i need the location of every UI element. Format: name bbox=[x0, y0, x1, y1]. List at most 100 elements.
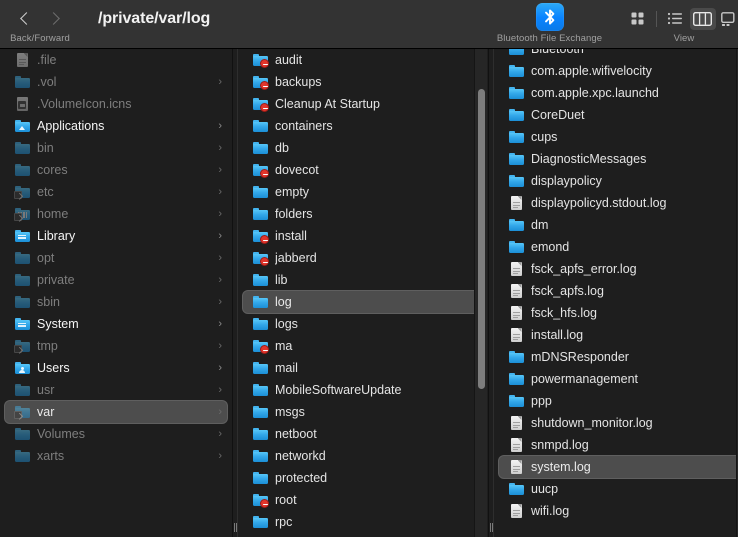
column-root[interactable]: .file .vol › .VolumeIcon.icns Applications › b… bbox=[0, 49, 232, 537]
list-item[interactable]: fsck_hfs.log bbox=[499, 302, 738, 324]
list-item[interactable]: Library › bbox=[5, 225, 227, 247]
list-item[interactable]: mDNSResponder› bbox=[499, 346, 738, 368]
list-item-label: Library bbox=[37, 228, 76, 243]
list-item[interactable]: cores › bbox=[5, 159, 227, 181]
list-item-label: bin bbox=[37, 140, 54, 155]
list-item[interactable]: jabberd bbox=[243, 247, 483, 269]
list-item[interactable]: Volumes › bbox=[5, 423, 227, 445]
list-item[interactable]: fsck_apfs.log bbox=[499, 280, 738, 302]
list-item[interactable]: root bbox=[243, 489, 483, 511]
folder-icon bbox=[252, 514, 268, 530]
list-item[interactable]: .vol › bbox=[5, 71, 227, 93]
list-item[interactable]: logs› bbox=[243, 313, 483, 335]
list-item[interactable]: db› bbox=[243, 137, 483, 159]
list-item[interactable]: bin › bbox=[5, 137, 227, 159]
list-item[interactable]: wifi.log bbox=[499, 500, 738, 522]
list-item[interactable]: audit bbox=[243, 49, 483, 71]
list-item[interactable]: etc › bbox=[5, 181, 227, 203]
list-item[interactable]: Cleanup At Startup bbox=[243, 93, 483, 115]
list-item-label: emond bbox=[531, 239, 570, 254]
list-item[interactable]: empty› bbox=[243, 181, 483, 203]
list-item[interactable]: ppp› bbox=[499, 390, 738, 412]
document-icon bbox=[508, 503, 524, 519]
list-item[interactable]: dm› bbox=[499, 214, 738, 236]
bluetooth-icon[interactable] bbox=[535, 3, 564, 31]
list-item[interactable]: MobileSoftwareUpdate› bbox=[243, 379, 483, 401]
list-item[interactable]: rpc› bbox=[243, 511, 483, 533]
list-view-button[interactable] bbox=[662, 8, 688, 30]
list-item[interactable]: home › bbox=[5, 203, 227, 225]
list-item[interactable]: fsck_apfs_error.log bbox=[499, 258, 738, 280]
list-view-icon bbox=[667, 12, 682, 25]
list-item-label: displaypolicyd.stdout.log bbox=[531, 195, 667, 210]
list-item-label: dm bbox=[531, 217, 549, 232]
icon-view-button[interactable] bbox=[625, 8, 651, 30]
list-item[interactable]: backups bbox=[243, 71, 483, 93]
document-icon bbox=[508, 283, 524, 299]
list-item[interactable]: System › bbox=[5, 313, 227, 335]
list-item-label: dovecot bbox=[275, 162, 319, 177]
list-item[interactable]: shutdown_monitor.log bbox=[499, 412, 738, 434]
folder-icon bbox=[508, 371, 524, 387]
column-log[interactable]: Bluetooth›com.apple.wifivelocity›com.app… bbox=[494, 49, 738, 537]
gallery-view-button[interactable] bbox=[718, 8, 738, 30]
list-item-label: fsck_apfs_error.log bbox=[531, 261, 637, 276]
back-button[interactable] bbox=[10, 5, 40, 31]
list-item-selected[interactable]: system.log bbox=[499, 456, 738, 478]
list-item[interactable]: CoreDuet› bbox=[499, 104, 738, 126]
folder-icon bbox=[508, 173, 524, 189]
folder-locked-icon bbox=[252, 96, 269, 112]
list-item[interactable]: containers› bbox=[243, 115, 483, 137]
list-item[interactable]: uucp› bbox=[499, 478, 738, 500]
list-item[interactable]: Bluetooth› bbox=[499, 49, 738, 60]
list-item[interactable]: dovecot bbox=[243, 159, 483, 181]
list-item[interactable]: mail› bbox=[243, 357, 483, 379]
column-var[interactable]: audit backups Cleanup At Startup containers… bbox=[238, 49, 488, 537]
list-item[interactable]: cups› bbox=[499, 126, 738, 148]
list-item[interactable]: networkd› bbox=[243, 445, 483, 467]
list-item-label: tmp bbox=[37, 338, 58, 353]
list-item[interactable]: .VolumeIcon.icns bbox=[5, 93, 227, 115]
list-item[interactable]: private › bbox=[5, 269, 227, 291]
list-item[interactable]: tmp › bbox=[5, 335, 227, 357]
list-item-label: Applications bbox=[37, 118, 105, 133]
folder-icon bbox=[14, 426, 30, 442]
bluetooth-file-exchange-control: Bluetooth File Exchange bbox=[462, 0, 637, 49]
list-item[interactable]: snmpd.log bbox=[499, 434, 738, 456]
list-item-label: xarts bbox=[37, 448, 65, 463]
list-item[interactable]: ma bbox=[243, 335, 483, 357]
list-item[interactable]: lib› bbox=[243, 269, 483, 291]
list-item[interactable]: opt › bbox=[5, 247, 227, 269]
list-item[interactable]: sbin › bbox=[5, 291, 227, 313]
folder-locked-icon bbox=[252, 52, 269, 68]
list-item[interactable]: DiagnosticMessages› bbox=[499, 148, 738, 170]
list-item[interactable]: displaypolicy› bbox=[499, 170, 738, 192]
folder-home-alias-icon bbox=[14, 206, 30, 222]
forward-button[interactable] bbox=[40, 5, 70, 31]
folder-icon bbox=[252, 382, 268, 398]
list-item[interactable]: xarts › bbox=[5, 445, 227, 467]
list-item[interactable]: emond› bbox=[499, 236, 738, 258]
scrollbar-thumb[interactable] bbox=[478, 89, 485, 389]
list-item[interactable]: Users › bbox=[5, 357, 227, 379]
list-item[interactable]: netboot› bbox=[243, 423, 483, 445]
column-view-button[interactable] bbox=[689, 7, 716, 30]
list-item[interactable]: Applications › bbox=[5, 115, 227, 137]
list-item[interactable]: install bbox=[243, 225, 483, 247]
list-item[interactable]: powermanagement› bbox=[499, 368, 738, 390]
list-item[interactable]: msgs› bbox=[243, 401, 483, 423]
list-item[interactable]: usr › bbox=[5, 379, 227, 401]
list-item[interactable]: com.apple.wifivelocity› bbox=[499, 60, 738, 82]
list-item[interactable]: .file bbox=[5, 49, 227, 71]
list-item[interactable]: folders› bbox=[243, 203, 483, 225]
list-item[interactable]: com.apple.xpc.launchd› bbox=[499, 82, 738, 104]
list-item-selected[interactable]: var › bbox=[5, 401, 227, 423]
list-item[interactable]: protected› bbox=[243, 467, 483, 489]
list-item-selected[interactable]: log› bbox=[243, 291, 483, 313]
list-item-label: .file bbox=[37, 52, 57, 67]
column-var-scrollbar[interactable] bbox=[474, 49, 487, 537]
list-item[interactable]: displaypolicyd.stdout.log bbox=[499, 192, 738, 214]
chevron-right-icon: › bbox=[218, 229, 222, 242]
folder-icon bbox=[14, 272, 30, 288]
list-item[interactable]: install.log bbox=[499, 324, 738, 346]
